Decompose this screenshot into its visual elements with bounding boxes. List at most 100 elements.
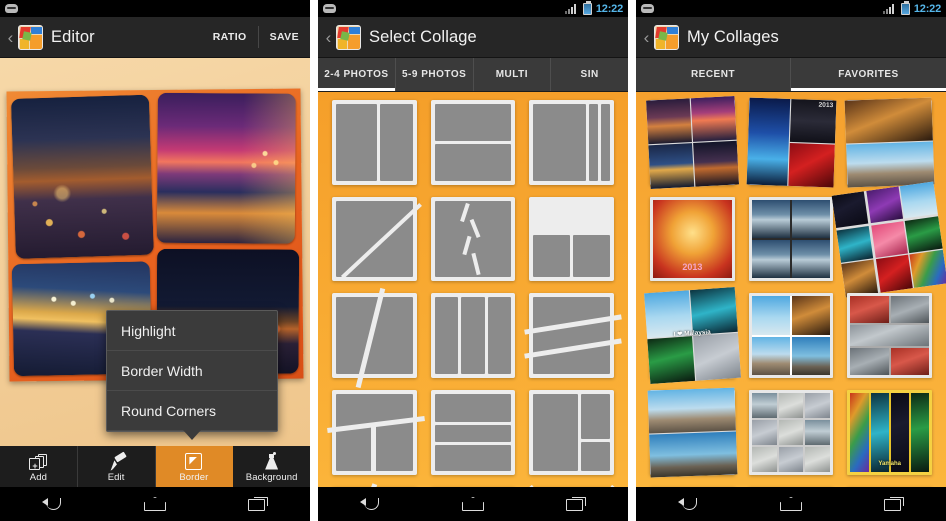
action-bar-editor: ‹ Editor RATIO SAVE bbox=[0, 17, 310, 58]
tool-label: Border bbox=[179, 471, 209, 483]
thumb-badge: Yamaha bbox=[878, 460, 902, 467]
layout-tile[interactable] bbox=[430, 100, 516, 185]
collage-layout-grid bbox=[318, 92, 628, 487]
collage-thumb[interactable] bbox=[748, 293, 834, 379]
action-buttons: RATIO SAVE bbox=[202, 17, 310, 57]
cloud-icon bbox=[641, 4, 654, 13]
back-icon[interactable] bbox=[28, 490, 76, 518]
collage-thumb[interactable]: I ❤ Malaysia bbox=[644, 287, 741, 384]
collage-category-tabs: 2-4 PHOTOS 5-9 PHOTOS MULTI SIN bbox=[318, 58, 628, 92]
layout-tile[interactable] bbox=[529, 100, 615, 185]
android-nav-bar-2 bbox=[318, 487, 628, 521]
ratio-button[interactable]: RATIO bbox=[202, 17, 258, 57]
collage-thumb[interactable] bbox=[748, 196, 834, 282]
save-button[interactable]: SAVE bbox=[259, 17, 310, 57]
page-title: Select Collage bbox=[369, 27, 477, 46]
panel-gap bbox=[628, 0, 636, 521]
collage-thumb[interactable] bbox=[847, 293, 933, 379]
layout-tile[interactable] bbox=[529, 390, 615, 475]
tab-5-9-photos[interactable]: 5-9 PHOTOS bbox=[396, 58, 474, 91]
border-icon bbox=[185, 451, 203, 470]
my-collages-tabs: RECENT FAVORITES bbox=[636, 58, 946, 92]
signal-bars-icon bbox=[564, 3, 579, 14]
popup-tail bbox=[183, 430, 201, 440]
home-icon[interactable] bbox=[449, 490, 497, 518]
recents-icon[interactable] bbox=[234, 490, 282, 518]
layout-tile[interactable] bbox=[332, 100, 417, 185]
layout-tile[interactable] bbox=[326, 390, 426, 475]
back-chevron-icon[interactable]: ‹ bbox=[640, 29, 653, 46]
tool-border[interactable]: Border bbox=[155, 446, 234, 487]
page-title: My Collages bbox=[687, 27, 779, 46]
collage-thumb[interactable] bbox=[646, 96, 739, 189]
add-photos-icon: + bbox=[29, 451, 48, 470]
screen-select-collage: 12:22 ‹ Select Collage 2-4 PHOTOS 5-9 PH… bbox=[318, 0, 628, 521]
background-flask-icon bbox=[263, 451, 280, 470]
tab-2-4-photos[interactable]: 2-4 PHOTOS bbox=[318, 58, 396, 91]
cloud-icon bbox=[5, 4, 18, 13]
battery-icon bbox=[582, 0, 592, 15]
back-icon[interactable] bbox=[346, 490, 394, 518]
tab-single[interactable]: SIN bbox=[551, 58, 628, 91]
tab-multi[interactable]: MULTI bbox=[474, 58, 552, 91]
tab-recent[interactable]: RECENT bbox=[636, 58, 791, 91]
layout-tile[interactable] bbox=[524, 293, 623, 379]
thumb-badge: 2013 bbox=[682, 262, 703, 273]
status-bar-2: 12:22 bbox=[318, 0, 628, 17]
recents-icon[interactable] bbox=[870, 490, 918, 518]
collage-thumb[interactable] bbox=[831, 181, 946, 297]
brush-icon bbox=[107, 451, 127, 470]
recents-icon[interactable] bbox=[552, 490, 600, 518]
tool-label: Background bbox=[245, 471, 298, 483]
layout-tile[interactable] bbox=[430, 390, 516, 475]
collage-cell[interactable] bbox=[10, 94, 154, 259]
status-time: 12:22 bbox=[595, 2, 623, 15]
battery-icon bbox=[900, 0, 910, 15]
screen-my-collages: 12:22 ‹ My Collages RECENT FAVORITES 201… bbox=[636, 0, 946, 521]
back-chevron-icon[interactable]: ‹ bbox=[4, 29, 17, 46]
action-bar-select-collage: ‹ Select Collage bbox=[318, 17, 628, 58]
panel-gap bbox=[310, 0, 318, 521]
menu-item-border-width[interactable]: Border Width bbox=[107, 351, 277, 391]
border-options-popup: Highlight Border Width Round Corners bbox=[106, 310, 278, 440]
layout-tile[interactable] bbox=[529, 196, 615, 282]
layout-tile[interactable] bbox=[332, 287, 417, 388]
status-time: 12:22 bbox=[913, 2, 941, 15]
collage-cell[interactable] bbox=[156, 92, 296, 244]
thumb-badge: 2013 bbox=[818, 102, 834, 110]
tab-favorites[interactable]: FAVORITES bbox=[791, 58, 946, 91]
action-bar-my-collages: ‹ My Collages bbox=[636, 17, 946, 58]
layout-tile[interactable] bbox=[430, 196, 516, 282]
menu-item-highlight[interactable]: Highlight bbox=[107, 311, 277, 351]
home-icon[interactable] bbox=[767, 490, 815, 518]
menu-item-round-corners[interactable]: Round Corners bbox=[107, 391, 277, 431]
cloud-icon bbox=[323, 4, 336, 13]
android-nav-bar-3 bbox=[636, 487, 946, 521]
screen-editor: ‹ Editor RATIO SAVE Highlight Border Wid… bbox=[0, 0, 310, 521]
collage-thumb[interactable] bbox=[647, 387, 738, 478]
tool-label: Add bbox=[29, 471, 47, 483]
editor-toolbar: + Add Edit Border Background bbox=[0, 446, 310, 487]
status-bar-1 bbox=[0, 0, 310, 17]
back-icon[interactable] bbox=[664, 490, 712, 518]
collage-thumb[interactable] bbox=[748, 390, 834, 475]
android-nav-bar-1 bbox=[0, 487, 310, 521]
collage-app-logo bbox=[336, 24, 361, 50]
tool-add[interactable]: + Add bbox=[0, 446, 78, 487]
tool-label: Edit bbox=[107, 471, 125, 483]
home-icon[interactable] bbox=[131, 490, 179, 518]
tool-edit[interactable]: Edit bbox=[78, 446, 156, 487]
layout-tile[interactable] bbox=[430, 293, 516, 379]
my-collages-grid: 2013 2013 I ❤ Malaysia Yamaha bbox=[636, 92, 946, 487]
status-bar-3: 12:22 bbox=[636, 0, 946, 17]
collage-thumb[interactable]: 2013 bbox=[746, 97, 836, 188]
collage-app-logo bbox=[18, 24, 43, 50]
tool-background[interactable]: Background bbox=[233, 446, 310, 487]
collage-thumb[interactable]: Yamaha bbox=[847, 390, 933, 475]
layout-tile[interactable] bbox=[332, 196, 422, 282]
collage-thumb[interactable]: 2013 bbox=[650, 196, 735, 282]
three-screenshot-strip: ‹ Editor RATIO SAVE Highlight Border Wid… bbox=[0, 0, 946, 521]
collage-thumb[interactable] bbox=[844, 97, 935, 188]
back-chevron-icon[interactable]: ‹ bbox=[322, 29, 335, 46]
signal-bars-icon bbox=[882, 3, 897, 14]
